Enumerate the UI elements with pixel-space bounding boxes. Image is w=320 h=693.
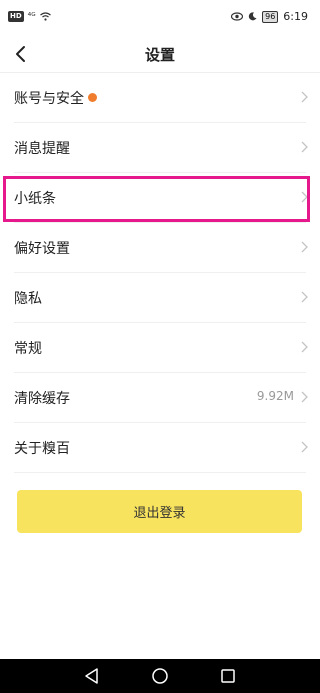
status-left: HD ⁴ᴳ (8, 11, 51, 22)
settings-list: 账号与安全 消息提醒 小纸条 偏好设置 隐私 常规 清除缓存 9.92M 关于糗… (0, 73, 320, 473)
settings-item-privacy[interactable]: 隐私 (14, 273, 308, 323)
settings-item-label: 隐私 (14, 291, 42, 307)
settings-item-label: 关于糗百 (14, 441, 70, 457)
status-bar: HD ⁴ᴳ 96 6:19 (0, 0, 320, 36)
settings-item-label: 偏好设置 (14, 241, 70, 257)
notification-dot (88, 93, 97, 102)
hd-badge: HD (8, 11, 24, 22)
moon-icon (248, 12, 257, 21)
square-recent-icon[interactable] (219, 667, 237, 685)
settings-item-clear-cache[interactable]: 清除缓存 9.92M (14, 373, 308, 423)
settings-item-about[interactable]: 关于糗百 (14, 423, 308, 473)
chevron-right-icon (301, 91, 308, 103)
battery-icon: 96 (262, 10, 279, 23)
wifi-icon (39, 12, 51, 21)
chevron-right-icon (301, 291, 308, 303)
settings-item-message-alerts[interactable]: 消息提醒 (14, 123, 308, 173)
clock-time: 6:19 (283, 10, 308, 23)
settings-item-label: 常规 (14, 341, 42, 357)
cache-size-value: 9.92M (256, 389, 294, 403)
circle-home-icon[interactable] (151, 667, 169, 685)
eye-icon (231, 12, 244, 21)
chevron-right-icon (301, 391, 308, 403)
settings-item-label: 账号与安全 (14, 91, 84, 107)
settings-item-label: 小纸条 (14, 191, 56, 207)
signal-icon: ⁴ᴳ (27, 11, 36, 22)
settings-item-account-security[interactable]: 账号与安全 (14, 73, 308, 123)
settings-item-general[interactable]: 常规 (14, 323, 308, 373)
system-nav-bar (0, 659, 320, 693)
page-title: 设置 (144, 46, 175, 64)
settings-item-label: 清除缓存 (14, 391, 70, 407)
chevron-right-icon (301, 341, 308, 353)
nav-bar: 设置 (0, 36, 320, 73)
status-right: 96 6:19 (231, 10, 308, 23)
chevron-right-icon (301, 441, 308, 453)
chevron-right-icon (301, 141, 308, 153)
settings-item-notes[interactable]: 小纸条 (14, 173, 308, 223)
logout-button[interactable]: 退出登录 (17, 490, 302, 533)
settings-item-label: 消息提醒 (14, 141, 70, 157)
settings-screen: HD ⁴ᴳ 96 6:19 设置 账号与安全 消息提醒 小纸条 偏好设置 隐私 … (0, 0, 320, 693)
chevron-right-icon (301, 241, 308, 253)
chevron-right-icon (301, 191, 308, 203)
triangle-back-icon[interactable] (83, 667, 101, 685)
settings-item-preferences[interactable]: 偏好设置 (14, 223, 308, 273)
